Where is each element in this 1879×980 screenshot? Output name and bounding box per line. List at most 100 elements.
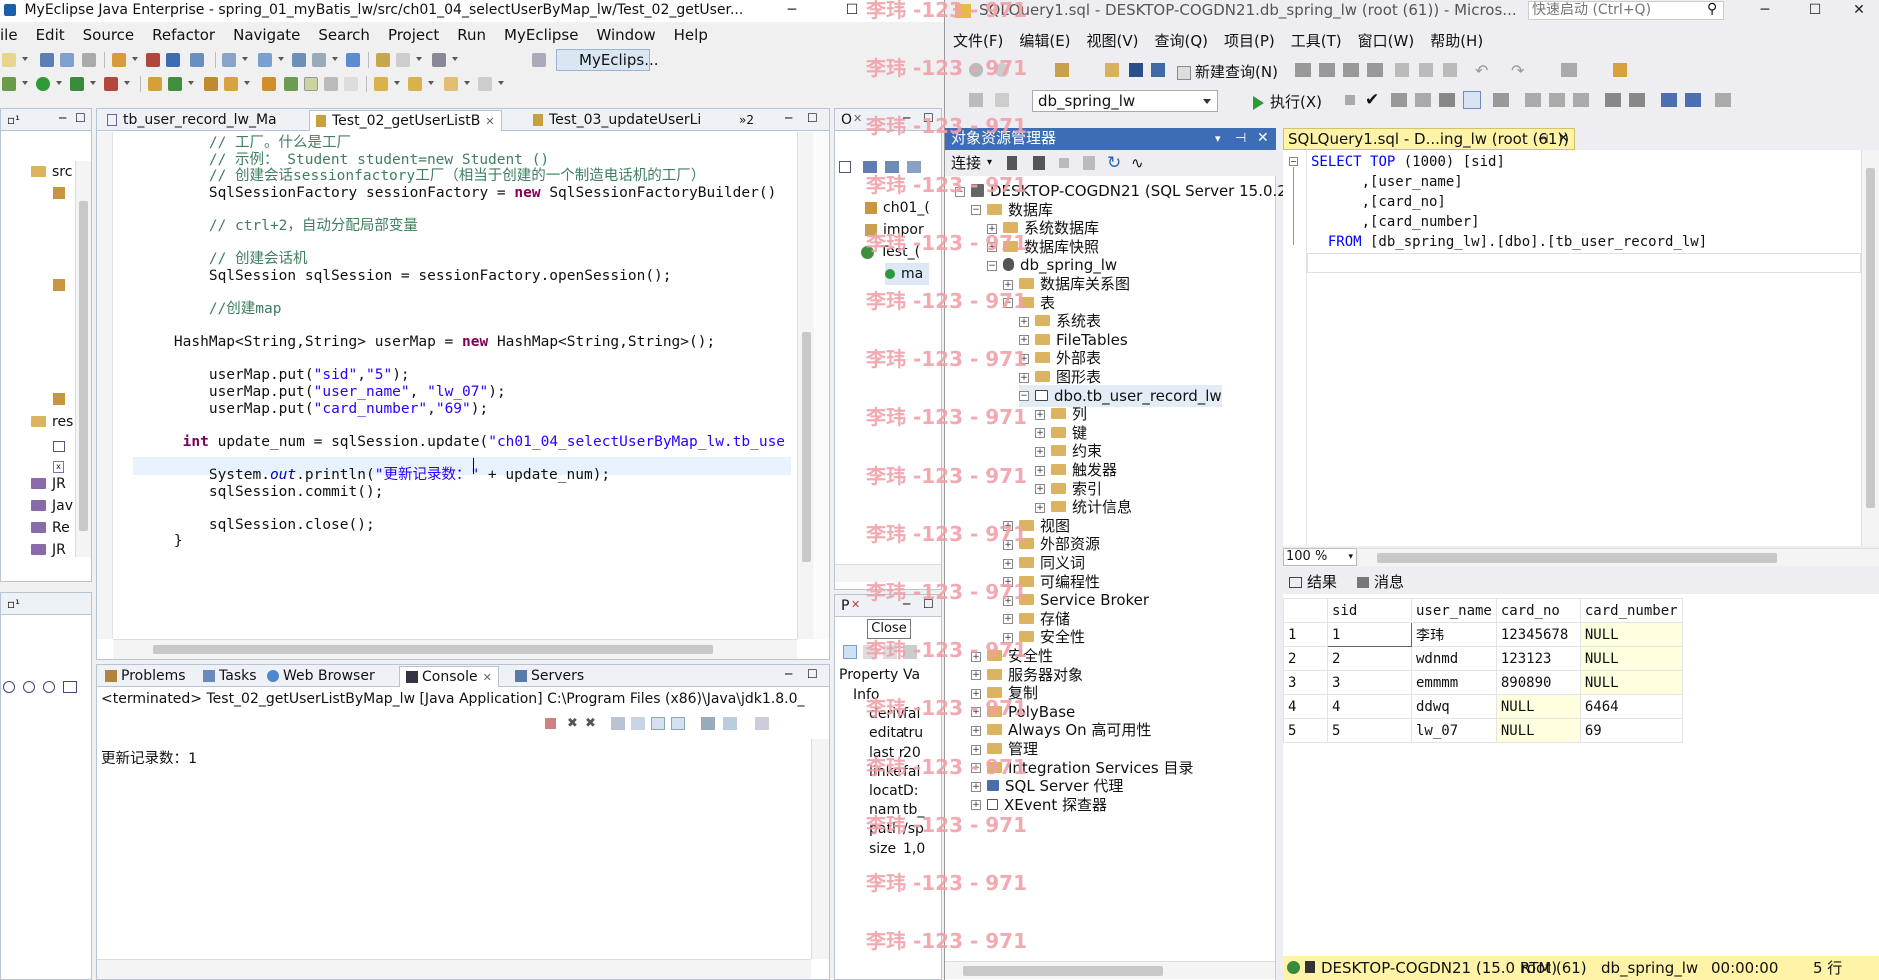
open-task-icon[interactable] [204, 77, 218, 91]
save-all-icon[interactable] [1151, 63, 1165, 77]
minimize-view-icon[interactable]: ─ [59, 111, 66, 125]
link-icon[interactable] [312, 53, 326, 67]
console-horizontal-scrollbar[interactable] [97, 959, 811, 979]
menu-refactor[interactable]: Refactor [143, 24, 224, 46]
display-console-icon[interactable] [671, 717, 685, 730]
grid-cell[interactable]: 2 [1327, 646, 1412, 671]
grid-column-header[interactable]: user_name [1411, 598, 1497, 623]
grid-cell[interactable]: 3 [1327, 670, 1412, 695]
grid-row-number[interactable]: 4 [1283, 694, 1328, 719]
menu-myeclipse[interactable]: MyEclipse [495, 24, 587, 46]
oe-window-menu-icon[interactable]: ▾ [1215, 128, 1221, 149]
outdent-icon[interactable] [1661, 93, 1677, 107]
close-icon[interactable]: ✕ [851, 598, 860, 611]
collapse-region-icon[interactable]: − [1289, 157, 1298, 166]
grid-cell[interactable]: 890890 [1495, 670, 1581, 695]
outline-item-package[interactable]: ch01_( [865, 197, 930, 219]
package-explorer-scrollbar[interactable] [75, 161, 91, 557]
categories-icon[interactable] [843, 645, 857, 659]
expand-node-icon[interactable]: + [1035, 465, 1045, 476]
server-icon[interactable] [166, 53, 180, 67]
console-vertical-scrollbar[interactable] [811, 739, 829, 959]
ssms-menu-view[interactable]: 视图(V) [1079, 30, 1147, 52]
tree-item-java[interactable]: Jav [31, 495, 73, 517]
close-icon[interactable]: ✕ [485, 115, 494, 128]
client-stats-icon[interactable] [1573, 93, 1589, 107]
tree-item-jre[interactable]: JR [31, 473, 66, 495]
expand-node-icon[interactable]: + [1035, 409, 1045, 420]
fit-icon[interactable] [63, 681, 77, 693]
dax-query-icon[interactable] [1367, 63, 1383, 77]
results-to-file-icon[interactable] [1493, 93, 1509, 107]
query-designer-icon[interactable] [1415, 93, 1431, 107]
remove-launch-icon[interactable]: ✖ [567, 716, 578, 731]
grid-cell[interactable]: 6464 [1579, 694, 1683, 719]
browser-icon[interactable] [190, 53, 204, 67]
block-selection-icon[interactable] [324, 77, 338, 91]
parse-icon[interactable]: ✔ [1365, 90, 1379, 110]
grid-row-number[interactable]: 5 [1283, 718, 1328, 743]
dmx-query-icon[interactable] [1319, 63, 1335, 77]
collapse-node-icon[interactable]: − [987, 260, 997, 271]
grid-cell[interactable]: NULL [1579, 670, 1683, 695]
new-package-icon[interactable] [148, 77, 162, 91]
package-explorer-tab[interactable]: ▫¹ [1, 110, 26, 131]
activity-monitor-icon[interactable] [1561, 63, 1577, 77]
grid-cell[interactable]: NULL [1495, 694, 1581, 719]
ssms-menu-edit[interactable]: 编辑(E) [1011, 30, 1078, 52]
run-coverage-icon[interactable] [70, 77, 84, 91]
indent-icon[interactable] [1685, 93, 1701, 107]
expand-node-icon[interactable]: + [1035, 502, 1045, 513]
live-stats-icon[interactable] [1549, 93, 1565, 107]
save-icon[interactable] [1129, 63, 1143, 77]
small-pane-tab[interactable]: ▫¹ [1, 594, 26, 615]
grid-cell[interactable]: 4 [1327, 694, 1412, 719]
grid-cell[interactable]: 69 [1579, 718, 1683, 743]
view-menu-icon[interactable] [755, 717, 769, 730]
oe-pin-icon[interactable]: ⊣ [1235, 128, 1246, 149]
menu-edit[interactable]: Edit [27, 24, 74, 46]
ssms-maximize-button[interactable]: ☐ [1795, 0, 1835, 22]
word-wrap-icon[interactable] [631, 717, 645, 730]
close-tab-icon[interactable]: ✕ [1558, 129, 1569, 149]
globe-icon[interactable] [346, 53, 360, 67]
property-row[interactable]: size 1,0 [869, 841, 939, 857]
comment-icon[interactable] [1605, 93, 1621, 107]
grid-cell[interactable]: NULL [1579, 646, 1683, 671]
redo-icon[interactable]: ↷ [1511, 61, 1524, 80]
zoom-in-icon[interactable] [43, 681, 55, 693]
new-icon[interactable] [2, 53, 16, 67]
menu-navigate[interactable]: Navigate [224, 24, 309, 46]
undo-icon[interactable]: ↶ [1475, 61, 1488, 80]
save-icon[interactable] [40, 53, 54, 67]
collapse-node-icon[interactable]: − [1019, 391, 1029, 402]
grid-cell[interactable]: 5 [1327, 718, 1412, 743]
previous-annotation-icon[interactable] [408, 77, 422, 91]
close-icon[interactable]: ✕ [483, 671, 492, 684]
connect-icon[interactable] [969, 93, 983, 107]
ssms-menu-project[interactable]: 项目(P) [1216, 30, 1283, 52]
menu-file[interactable]: ile [0, 24, 27, 46]
toggle-highlight-icon[interactable] [304, 77, 318, 91]
open-resource-icon[interactable] [292, 53, 306, 67]
expand-node-icon[interactable]: + [1035, 446, 1045, 457]
results-to-grid-icon[interactable] [1463, 91, 1481, 109]
new-query-button[interactable]: 新建查询(N) [1177, 61, 1278, 82]
terminate-icon[interactable] [545, 718, 556, 729]
grid-cell[interactable]: emmmm [1411, 670, 1497, 695]
grid-column-header[interactable]: card_number [1579, 598, 1683, 623]
editor-tab-tb-user-record[interactable]: tb_user_record_lw_Ma [101, 110, 283, 131]
eclipse-minimize-button[interactable]: ─ [772, 0, 812, 22]
editor-tab-test-02[interactable]: Test_02_getUserListB ✕ [309, 110, 502, 131]
grid-cell[interactable]: 123123 [1495, 646, 1581, 671]
next-annotation-icon[interactable] [374, 77, 388, 91]
grid-column-header[interactable]: card_no [1495, 598, 1581, 623]
mark-occurrences-icon[interactable] [284, 77, 298, 91]
close-icon[interactable]: ✕ [853, 112, 862, 125]
search-icon[interactable] [222, 53, 236, 67]
annotation-icon[interactable] [262, 77, 276, 91]
copy-icon[interactable] [1419, 63, 1433, 77]
grid-cell[interactable]: 1 [1327, 622, 1412, 647]
expand-node-icon[interactable]: + [971, 781, 981, 792]
new-console-icon[interactable] [723, 717, 737, 730]
